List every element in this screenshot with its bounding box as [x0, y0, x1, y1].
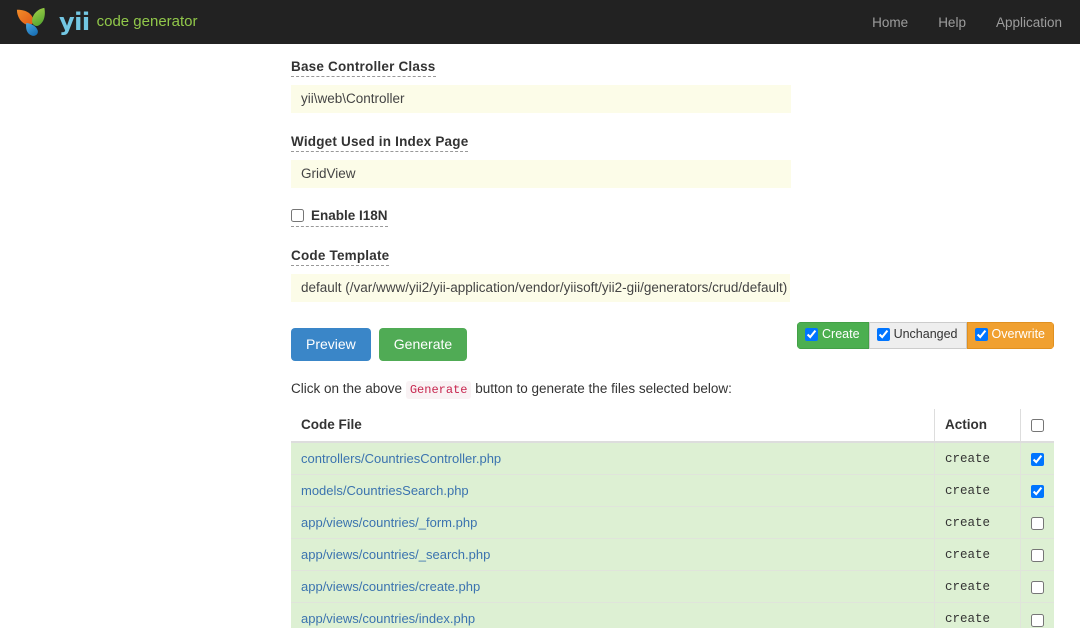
- code-file-link[interactable]: app/views/countries/index.php: [301, 611, 475, 626]
- filter-unchanged-button[interactable]: Unchanged: [868, 322, 967, 349]
- table-cell-file: app/views/countries/_form.php: [291, 506, 935, 540]
- row-select-checkbox[interactable]: [1031, 613, 1044, 627]
- table-cell-action: create: [934, 474, 1021, 508]
- table-cell-action: create: [934, 602, 1021, 628]
- field-code-template: Code Template: [291, 247, 1080, 302]
- hint-code-generate: Generate: [405, 380, 472, 399]
- enable-i18n-text: Enable I18N: [311, 208, 388, 223]
- code-file-link[interactable]: controllers/CountriesController.php: [301, 451, 501, 466]
- field-label-widget-index-page: Widget Used in Index Page: [291, 134, 469, 152]
- row-select-checkbox[interactable]: [1031, 581, 1044, 595]
- table-row: app/views/countries/index.php create: [291, 602, 1054, 628]
- generate-hint: Click on the above Generate button to ge…: [291, 379, 1080, 399]
- table-cell-file: app/views/countries/_search.php: [291, 538, 935, 572]
- preview-button[interactable]: Preview: [291, 328, 371, 361]
- enable-i18n-label[interactable]: Enable I18N: [291, 208, 388, 227]
- nav-item-home[interactable]: Home: [872, 15, 908, 30]
- code-file-link[interactable]: app/views/countries/_search.php: [301, 547, 490, 562]
- code-files-table-wrap: Code File Action controllers/CountriesCo…: [0, 409, 1080, 628]
- filter-create-button[interactable]: Create: [797, 322, 869, 349]
- nav-item-help[interactable]: Help: [938, 15, 966, 30]
- table-body: controllers/CountriesController.php creat…: [291, 442, 1054, 628]
- table-row: app/views/countries/create.php create: [291, 570, 1054, 604]
- filter-create-checkbox[interactable]: [805, 328, 819, 342]
- field-label-base-controller-class: Base Controller Class: [291, 59, 436, 77]
- table-cell-select: [1020, 506, 1054, 540]
- table-header-row: Code File Action: [291, 409, 1054, 444]
- table-cell-action: create: [934, 506, 1021, 540]
- field-widget-index-page: Widget Used in Index Page: [291, 133, 1080, 188]
- field-enable-i18n: Enable I18N: [291, 208, 1080, 227]
- table-cell-select: [1020, 570, 1054, 604]
- widget-index-page-input[interactable]: [291, 160, 791, 188]
- table-cell-select: [1020, 474, 1054, 508]
- select-all-checkbox[interactable]: [1031, 419, 1044, 433]
- hint-prefix: Click on the above: [291, 380, 403, 396]
- table-row: controllers/CountriesController.php creat…: [291, 442, 1054, 476]
- table-cell-select: [1020, 442, 1054, 476]
- nav-links: Home Help Application: [872, 15, 1062, 30]
- table-row: models/CountriesSearch.php create: [291, 474, 1054, 508]
- filter-overwrite-checkbox[interactable]: [974, 328, 988, 342]
- field-base-controller-class: Base Controller Class: [291, 58, 1080, 113]
- row-select-checkbox[interactable]: [1031, 485, 1044, 499]
- table-cell-file: controllers/CountriesController.php: [291, 442, 935, 476]
- brand-name: yii: [59, 8, 90, 36]
- brand-link[interactable]: yii code generator: [14, 5, 198, 39]
- row-select-checkbox[interactable]: [1031, 549, 1044, 563]
- table-cell-action: create: [934, 570, 1021, 604]
- generate-button[interactable]: Generate: [378, 328, 468, 361]
- file-filter-group: Create Unchanged Overwrite: [797, 322, 1054, 349]
- filter-unchanged-checkbox[interactable]: [876, 328, 890, 342]
- hint-suffix: button to generate the files selected be…: [475, 380, 732, 396]
- table-header-code-file: Code File: [291, 409, 935, 444]
- table-cell-action: create: [934, 538, 1021, 572]
- row-select-checkbox[interactable]: [1031, 453, 1044, 467]
- top-navbar: yii code generator Home Help Application: [0, 0, 1080, 44]
- base-controller-class-input[interactable]: [291, 85, 791, 113]
- field-label-code-template: Code Template: [291, 248, 390, 266]
- table-cell-file: app/views/countries/create.php: [291, 570, 935, 604]
- table-cell-file: models/CountriesSearch.php: [291, 474, 935, 508]
- yii-logo-icon: [14, 5, 52, 39]
- nav-item-application[interactable]: Application: [996, 15, 1062, 30]
- main-content: Base Controller Class Widget Used in Ind…: [0, 44, 1080, 628]
- filter-overwrite-button[interactable]: Overwrite: [966, 322, 1054, 349]
- filter-overwrite-label: Overwrite: [991, 327, 1045, 341]
- table-cell-action: create: [934, 442, 1021, 476]
- table-cell-select: [1020, 602, 1054, 628]
- row-select-checkbox[interactable]: [1031, 517, 1044, 531]
- table-header-select-all: [1020, 409, 1054, 444]
- table-cell-select: [1020, 538, 1054, 572]
- code-file-link[interactable]: app/views/countries/_form.php: [301, 515, 477, 530]
- table-cell-file: app/views/countries/index.php: [291, 602, 935, 628]
- code-file-link[interactable]: app/views/countries/create.php: [301, 579, 480, 594]
- code-files-table: Code File Action controllers/CountriesCo…: [291, 409, 1054, 628]
- filter-unchanged-label: Unchanged: [893, 327, 958, 341]
- code-file-link[interactable]: models/CountriesSearch.php: [301, 483, 469, 498]
- filter-create-label: Create: [822, 327, 860, 341]
- table-row: app/views/countries/_search.php create: [291, 538, 1054, 572]
- table-row: app/views/countries/_form.php create: [291, 506, 1054, 540]
- enable-i18n-checkbox[interactable]: [291, 209, 304, 222]
- code-template-input[interactable]: [291, 274, 790, 302]
- brand-subtitle: code generator: [96, 13, 198, 30]
- table-header-action: Action: [934, 409, 1021, 444]
- table-head: Code File Action: [291, 409, 1054, 444]
